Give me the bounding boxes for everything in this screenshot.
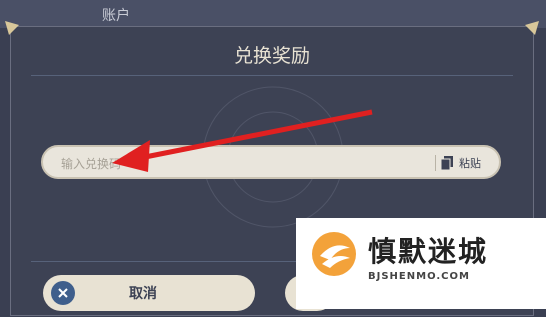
background-header: 账户: [0, 0, 546, 28]
watermark-url: BJSHENMO.COM: [368, 271, 470, 282]
watermark-logo-icon: [312, 232, 356, 276]
watermark: 慎默迷城 BJSHENMO.COM: [296, 218, 546, 309]
redeem-code-field: 粘贴: [41, 145, 501, 179]
cancel-label: 取消: [129, 286, 157, 302]
paste-label: 粘贴: [459, 157, 481, 170]
account-label: 账户: [102, 8, 130, 24]
dialog-title: 兑换奖励: [233, 45, 310, 67]
corner-ornament-icon: [5, 21, 19, 35]
close-icon: [51, 281, 75, 305]
title-divider: [31, 75, 513, 76]
paste-separator: [435, 155, 436, 171]
watermark-name: 慎默迷城: [368, 235, 489, 268]
cancel-button[interactable]: 取消: [43, 275, 255, 311]
clipboard-icon: [441, 156, 453, 170]
corner-ornament-icon: [525, 21, 539, 35]
redeem-code-input[interactable]: [59, 153, 423, 175]
paste-button[interactable]: 粘贴: [441, 152, 495, 174]
